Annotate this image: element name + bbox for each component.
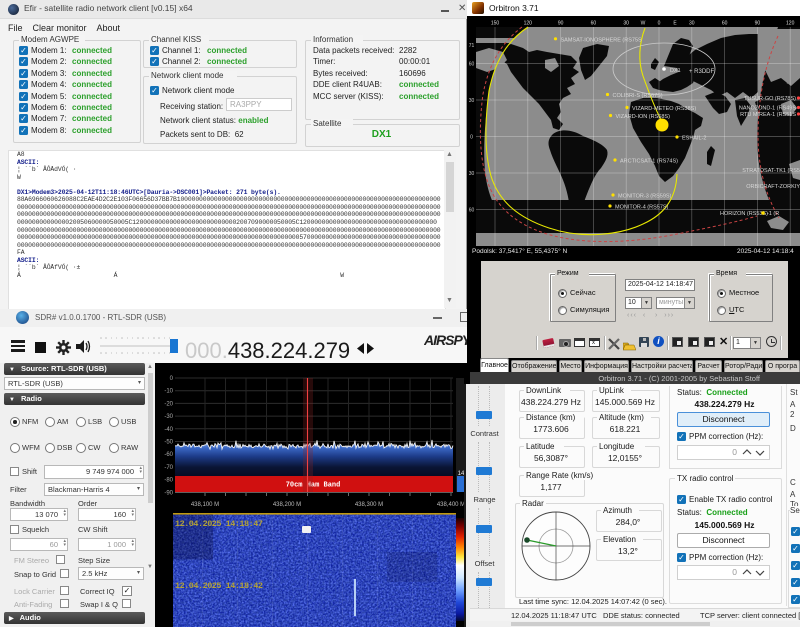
svg-text:90: 90 [755,21,761,27]
svg-text:DX1: DX1 [670,68,681,74]
svg-text:120: 120 [786,21,795,27]
svg-text:TUSUR-GO (RS78S): TUSUR-GO (RS78S) [744,96,796,102]
svg-text:-40: -40 [164,427,173,433]
svg-text:-90: -90 [164,490,173,496]
svg-text:-30: -30 [164,414,173,420]
svg-text:60: 60 [469,62,475,68]
svg-text:71: 71 [469,43,475,49]
svg-text:12.04.2025 14:18:42: 12.04.2025 14:18:42 [175,581,263,591]
svg-text:438,200 M: 438,200 M [273,502,301,508]
svg-text:SAMSAT-IONOSPHERE (RS75S: SAMSAT-IONOSPHERE (RS75S [561,37,643,43]
svg-text:-50: -50 [164,440,173,446]
svg-text:STRATOSAT-TK1 (RS5: STRATOSAT-TK1 (RS5 [742,168,800,174]
svg-text:-60: -60 [164,452,173,458]
svg-text:60: 60 [469,208,475,214]
svg-text:ESHAIL-2: ESHAIL-2 [682,136,706,142]
svg-text:-10: -10 [164,389,173,395]
svg-text:HORIZON (RS53S): HORIZON (RS53S) [720,211,768,217]
svg-text:-20: -20 [164,401,173,407]
svg-text:ARCTICSAT-1 (RS74S): ARCTICSAT-1 (RS74S) [620,159,678,165]
svg-text:VIZARD-ION (RS68S): VIZARD-ION (RS68S) [616,114,671,120]
svg-text:438,400 M: 438,400 M [437,502,465,508]
svg-text:RTU MIREA-1 (RS51S: RTU MIREA-1 (RS51S [740,112,796,118]
svg-text:0: 0 [658,21,661,27]
svg-text:90: 90 [558,21,564,27]
svg-text:438,300 M: 438,300 M [355,502,383,508]
svg-text:-70: -70 [164,465,173,471]
svg-text:-80: -80 [164,478,173,484]
svg-text:-1 (R: -1 (R [767,211,779,217]
svg-text:W: W [641,21,646,27]
svg-text:MONITOR-3 (RS59S): MONITOR-3 (RS59S) [618,194,672,200]
svg-text:120: 120 [524,21,533,27]
svg-text:+ R3DDF: + R3DDF [689,69,715,75]
svg-text:438,100 M: 438,100 M [191,502,219,508]
svg-text:VIZARD-METEO (RS38S): VIZARD-METEO (RS38S) [632,106,696,112]
svg-text:MONITOR-4 (RS57S): MONITOR-4 (RS57S) [615,205,669,211]
svg-text:30: 30 [623,21,629,27]
svg-text:30: 30 [469,98,475,104]
svg-text:COLIBRI-S (RS67S): COLIBRI-S (RS67S) [613,93,663,99]
svg-text:30: 30 [689,21,695,27]
svg-text:12.04.2025 14:18:47: 12.04.2025 14:18:47 [175,519,263,529]
svg-text:30: 30 [469,171,475,177]
svg-text:Podolsk: 37,5417° E, 55,4375°: Podolsk: 37,5417° E, 55,4375° N [472,247,567,255]
svg-text:2025-04-12 14:18:4: 2025-04-12 14:18:4 [737,248,794,255]
svg-text:150: 150 [491,21,500,27]
svg-text:60: 60 [722,21,728,27]
svg-text:0: 0 [470,135,473,141]
svg-text:NANOZOND-1 (RS49S: NANOZOND-1 (RS49S [739,106,796,112]
svg-text:ORBICRAFT-ZORKIY: ORBICRAFT-ZORKIY [746,184,800,190]
svg-text:60: 60 [591,21,597,27]
